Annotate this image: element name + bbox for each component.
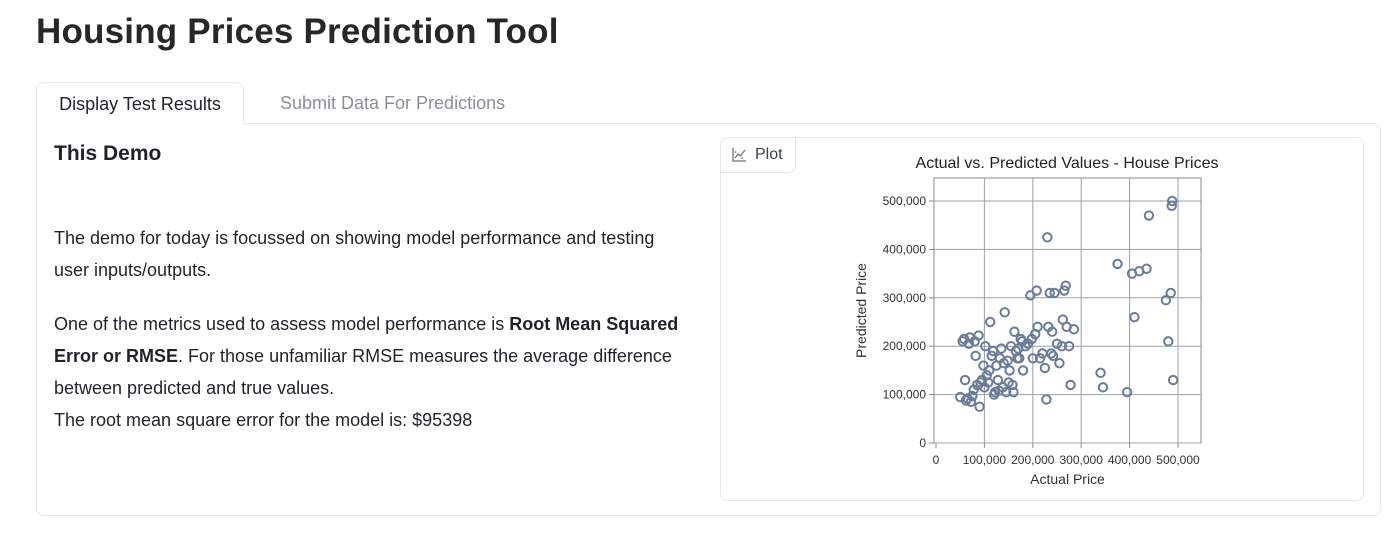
scatter-point [1095, 367, 1106, 379]
rmse-explanation: One of the metrics used to assess model … [54, 308, 694, 436]
tab-submit-data-for-predictions[interactable]: Submit Data For Predictions [258, 82, 527, 124]
scatter-point [1041, 394, 1052, 405]
tab-display-test-results[interactable]: Display Test Results [36, 82, 244, 124]
tab-bar: Display Test Results Submit Data For Pre… [36, 82, 1380, 124]
scatter-point [1129, 311, 1140, 323]
y-tick-label: 300,000 [883, 291, 927, 305]
scatter-chart: Actual vs. Predicted Values - House Pric… [853, 155, 1219, 487]
scatter-point [1031, 285, 1042, 296]
chart-icon [731, 147, 747, 163]
chart-title: Actual vs. Predicted Values - House Pric… [916, 155, 1219, 172]
rmse-value-line: The root mean square error for the model… [54, 410, 473, 430]
scatter-point [1047, 350, 1059, 362]
plot-block: Actual vs. Predicted Values - House Pric… [720, 137, 1364, 501]
scatter-point [1004, 365, 1015, 376]
x-tick-label: 300,000 [1060, 453, 1104, 467]
scatter-point [1042, 232, 1053, 243]
scatter-point [999, 307, 1010, 318]
scatter-point [1167, 374, 1179, 386]
x-tick-label: 0 [933, 453, 940, 467]
scatter-point [1017, 365, 1029, 376]
scatter-point [985, 316, 996, 328]
scatter-point [1097, 382, 1109, 393]
scatter-point [1112, 258, 1123, 270]
app-title: Housing Prices Prediction Tool [36, 12, 559, 51]
plot-label: Plot [755, 146, 783, 163]
scatter-point [1163, 336, 1174, 347]
scatter-point [1121, 386, 1133, 398]
scatter-point [974, 401, 985, 412]
y-tick-label: 400,000 [883, 242, 927, 256]
x-tick-label: 100,000 [963, 453, 1007, 467]
x-axis-label: Actual Price [1030, 471, 1105, 487]
x-tick-label: 400,000 [1108, 453, 1152, 467]
scatter-point [970, 350, 981, 362]
plot-label-badge: Plot [721, 138, 796, 173]
scatter-point [959, 374, 971, 386]
x-tick-label: 500,000 [1156, 453, 1200, 467]
scatter-point [996, 343, 1007, 354]
rmse-explanation-prefix: One of the metrics used to assess model … [54, 314, 510, 334]
demo-heading: This Demo [54, 142, 162, 165]
scatter-point [1143, 210, 1155, 221]
scatter-point [1054, 357, 1065, 369]
y-tick-label: 100,000 [883, 388, 927, 402]
scatter-point [1065, 379, 1076, 391]
y-axis-label: Predicted Price [853, 263, 869, 358]
x-tick-label: 200,000 [1011, 453, 1055, 467]
scatter-point [1009, 326, 1020, 337]
scatter-point [1039, 362, 1051, 374]
demo-description: The demo for today is focussed on showin… [54, 228, 655, 280]
y-tick-label: 500,000 [883, 194, 927, 208]
y-tick-label: 0 [919, 436, 926, 450]
scatter-point [1165, 287, 1176, 299]
y-tick-label: 200,000 [883, 339, 927, 353]
tab-panel: This Demo The demo for today is focussed… [36, 123, 1381, 516]
